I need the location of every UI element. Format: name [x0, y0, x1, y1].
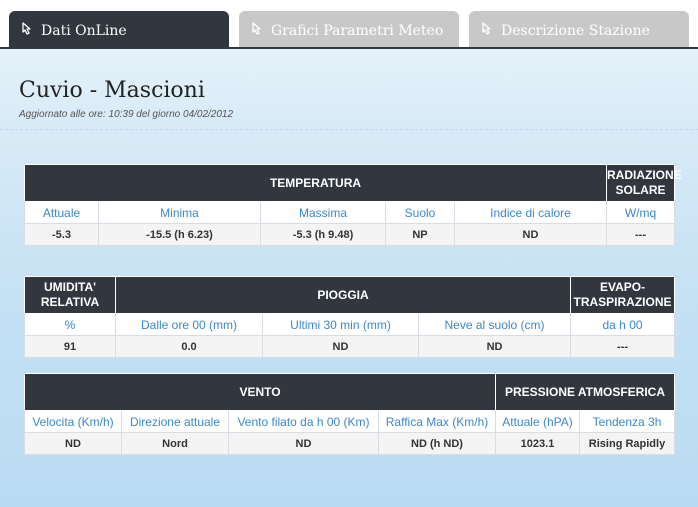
label-neve: Neve al suolo (cm): [417, 313, 572, 336]
label-massima: Massima: [260, 201, 386, 224]
value-direzione: Nord: [121, 432, 229, 455]
label-pressione-attuale: Attuale (hPA): [495, 410, 580, 433]
value-radiazione: ---: [606, 223, 675, 246]
value-umidita: 91: [24, 335, 116, 358]
value-attuale: -5.3: [24, 223, 99, 246]
tab-label: Grafici Parametri Meteo: [271, 23, 444, 39]
vento-header: VENTO: [24, 373, 496, 411]
pointer-hand-icon: [19, 21, 35, 37]
page-title: Cuvio - Mascioni: [19, 78, 205, 103]
pointer-hand-icon: [249, 21, 265, 37]
value-minima: -15.5 (h 6.23): [98, 223, 261, 246]
value-massima: -5.3 (h 9.48): [260, 223, 386, 246]
value-evapo: ---: [570, 335, 676, 358]
label-suolo: Suolo: [385, 201, 455, 224]
dashed-divider: [0, 129, 698, 130]
radiazione-header: RADIAZIONE SOLARE: [606, 164, 682, 202]
umidita-header: UMIDITA' RELATIVA: [24, 276, 116, 314]
pointer-hand-icon: [479, 21, 495, 37]
label-tendenza: Tendenza 3h: [578, 410, 676, 433]
tab-grafici-parametri-meteo[interactable]: Grafici Parametri Meteo: [239, 11, 459, 47]
label-dalle-ore: Dalle ore 00 (mm): [115, 313, 263, 336]
label-indice-calore: Indice di calore: [454, 201, 607, 224]
label-da-h00: da h 00: [570, 313, 676, 336]
tab-dati-online[interactable]: Dati OnLine: [9, 11, 229, 47]
temperatura-header: TEMPERATURA: [24, 164, 607, 202]
label-wmq: W/mq: [606, 201, 675, 224]
value-indice-calore: ND: [454, 223, 607, 246]
pressione-header: PRESSIONE ATMOSFERICA: [494, 373, 676, 411]
label-attuale: Attuale: [24, 201, 99, 224]
label-velocita: Velocita (Km/h): [24, 410, 122, 433]
value-tendenza: Rising Rapidly: [578, 432, 676, 455]
value-pressione: 1023.1: [495, 432, 580, 455]
tab-descrizione-stazione[interactable]: Descrizione Stazione: [469, 11, 689, 47]
vento-table: VENTO PRESSIONE ATMOSFERICA Velocita (Km…: [24, 373, 676, 455]
label-minima: Minima: [98, 201, 261, 224]
value-velocita: ND: [24, 432, 122, 455]
value-suolo: NP: [385, 223, 455, 246]
label-raffica: Raffica Max (Km/h): [378, 410, 496, 433]
pioggia-table: UMIDITA' RELATIVA PIOGGIA EVAPO-TRASPIRA…: [24, 276, 676, 358]
value-ultimi-30: ND: [262, 335, 419, 358]
value-raffica: ND (h ND): [378, 432, 496, 455]
label-ultimi-30: Ultimi 30 min (mm): [262, 313, 419, 336]
label-vento-filato: Vento filato da h 00 (Km): [228, 410, 379, 433]
value-neve: ND: [417, 335, 572, 358]
label-percent: %: [24, 313, 116, 336]
tab-label: Dati OnLine: [41, 23, 127, 39]
top-nav-bar: Dati OnLine Grafici Parametri Meteo Desc…: [0, 0, 698, 47]
tab-label: Descrizione Stazione: [501, 23, 650, 39]
last-updated: Aggiornato alle ore: 10:39 del giorno 04…: [19, 109, 234, 120]
label-direzione: Direzione attuale: [121, 410, 229, 433]
value-vento-filato: ND: [228, 432, 379, 455]
value-pioggia-dalle: 0.0: [115, 335, 263, 358]
evapo-header: EVAPO-TRASPIRAZIONE: [570, 276, 676, 314]
temperatura-table: TEMPERATURA RADIAZIONE SOLARE Attuale Mi…: [24, 164, 682, 246]
pioggia-header: PIOGGIA: [114, 276, 572, 314]
nav-separator: [0, 47, 698, 49]
